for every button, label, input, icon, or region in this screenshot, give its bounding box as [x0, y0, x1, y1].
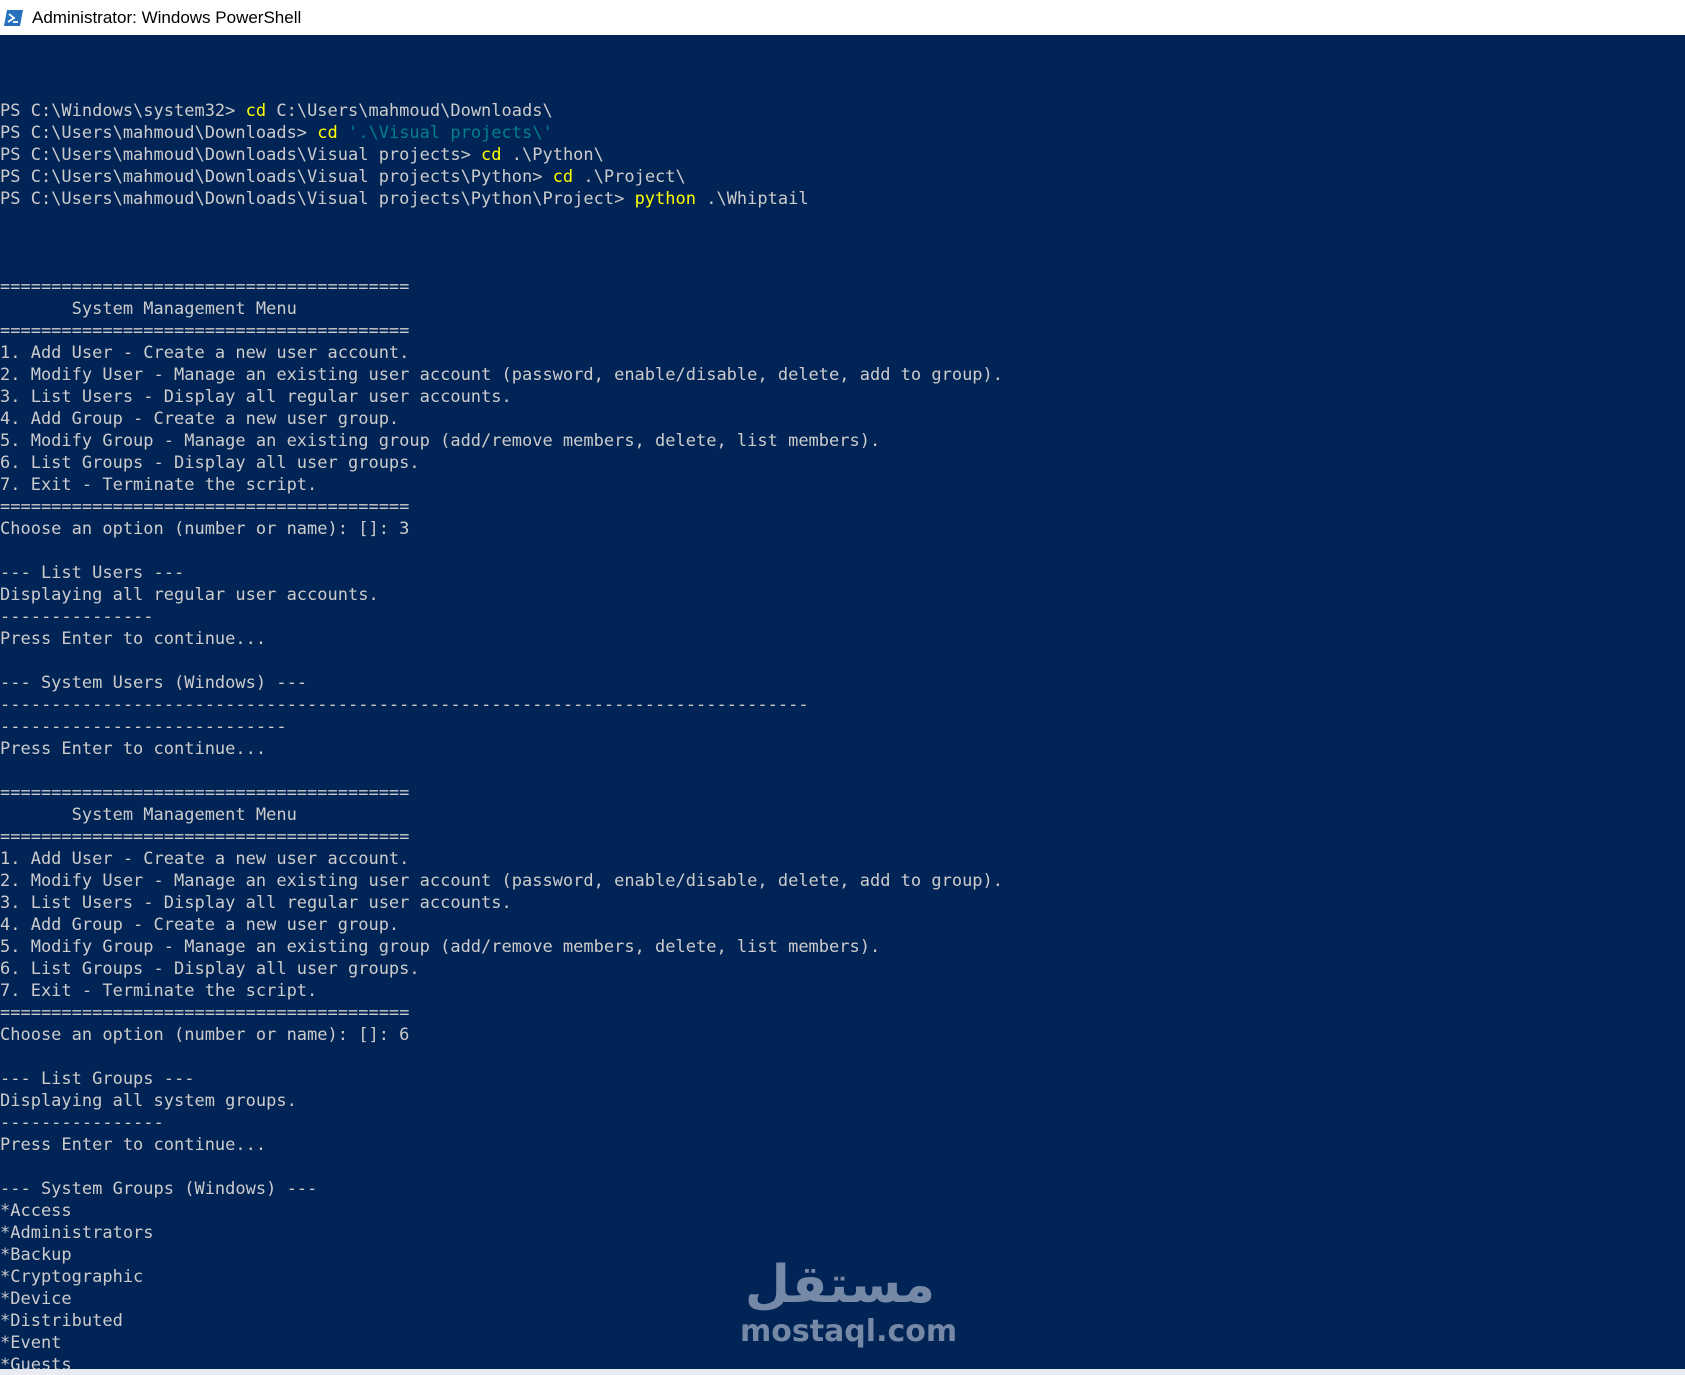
- output-line: 3. List Users - Display all regular user…: [0, 387, 512, 407]
- output-line: ========================================: [0, 321, 410, 341]
- output-line: 4. Add Group - Create a new user group.: [0, 409, 400, 429]
- output-line: 1. Add User - Create a new user account.: [0, 343, 410, 363]
- output-line: 2. Modify User - Manage an existing user…: [0, 871, 1004, 891]
- output-line: ========================================: [0, 277, 410, 297]
- output-line: --- System Groups (Windows) ---: [0, 1179, 318, 1199]
- output-line: Press Enter to continue...: [0, 739, 267, 759]
- command-args: .\Project\: [573, 167, 686, 187]
- output-line: ----------------------------------------…: [0, 695, 809, 715]
- powershell-window: Administrator: Windows PowerShell PS C:\…: [0, 0, 1685, 1375]
- output-line: --- List Users ---: [0, 563, 185, 583]
- output-line: 5. Modify Group - Manage an existing gro…: [0, 431, 881, 451]
- window-title: Administrator: Windows PowerShell: [32, 7, 302, 27]
- output-line: *Administrators: [0, 1223, 154, 1243]
- window-bottom-edge: [0, 1369, 1685, 1375]
- prompt-path: PS C:\Windows\system32>: [0, 101, 246, 121]
- output-line: *Backup: [0, 1245, 72, 1265]
- output-line: Displaying all regular user accounts.: [0, 585, 379, 605]
- title-bar[interactable]: Administrator: Windows PowerShell: [0, 0, 1685, 35]
- output-line: ========================================: [0, 783, 410, 803]
- output-line: ========================================: [0, 497, 410, 517]
- output-line: 5. Modify Group - Manage an existing gro…: [0, 937, 881, 957]
- output-line: System Management Menu: [0, 299, 297, 319]
- prompt-line: PS C:\Windows\system32> cd C:\Users\mahm…: [0, 100, 1685, 122]
- prompt-line: PS C:\Users\mahmoud\Downloads\Visual pro…: [0, 166, 1685, 188]
- output-line: *Event: [0, 1333, 62, 1353]
- output-line: *Cryptographic: [0, 1267, 144, 1287]
- command-args: .\Python\: [501, 145, 604, 165]
- output-line: 3. List Users - Display all regular user…: [0, 893, 512, 913]
- output-line: Choose an option (number or name): []: 3: [0, 519, 410, 539]
- output-line: Choose an option (number or name): []: 6: [0, 1025, 410, 1045]
- output-line: *Access: [0, 1201, 72, 1221]
- prompt-path: PS C:\Users\mahmoud\Downloads\Visual pro…: [0, 167, 553, 187]
- output-line: --- List Groups ---: [0, 1069, 195, 1089]
- command-string-arg: '.\Visual projects\': [348, 123, 553, 143]
- prompt-path: PS C:\Users\mahmoud\Downloads\Visual pro…: [0, 145, 482, 165]
- output-line: 4. Add Group - Create a new user group.: [0, 915, 400, 935]
- command-args: [338, 123, 348, 143]
- output-line: ========================================: [0, 827, 410, 847]
- output-line: *Distributed: [0, 1311, 123, 1331]
- output-line: ========================================: [0, 1003, 410, 1023]
- command-name: cd: [552, 167, 574, 187]
- output-line: ----------------: [0, 1113, 164, 1133]
- command-name: cd: [481, 145, 502, 165]
- output-line: --- System Users (Windows) ---: [0, 673, 308, 693]
- output-line: 7. Exit - Terminate the script.: [0, 475, 318, 495]
- output-line: 7. Exit - Terminate the script.: [0, 981, 318, 1001]
- output-line: 2. Modify User - Manage an existing user…: [0, 365, 1004, 385]
- command-name: cd: [317, 123, 338, 143]
- command-name: python: [634, 189, 696, 209]
- prompt-line: PS C:\Users\mahmoud\Downloads\Visual pro…: [0, 188, 1685, 210]
- output-line: 1. Add User - Create a new user account.: [0, 849, 410, 869]
- output-line: *Device: [0, 1289, 72, 1309]
- output-line: 6. List Groups - Display all user groups…: [0, 959, 420, 979]
- console-output[interactable]: PS C:\Windows\system32> cd C:\Users\mahm…: [0, 56, 1685, 1375]
- output-line: Displaying all system groups.: [0, 1091, 297, 1111]
- command-args: .\Whiptail: [695, 189, 809, 209]
- output-line: Press Enter to continue...: [0, 1135, 267, 1155]
- output-line: Press Enter to continue...: [0, 629, 267, 649]
- output-line: ---------------: [0, 607, 154, 627]
- output-line: 6. List Groups - Display all user groups…: [0, 453, 420, 473]
- prompt-path: PS C:\Users\mahmoud\Downloads\Visual pro…: [0, 189, 635, 209]
- output-line: ----------------------------: [0, 717, 287, 737]
- output-line: System Management Menu: [0, 805, 297, 825]
- command-args: C:\Users\mahmoud\Downloads\: [266, 101, 553, 121]
- prompt-line: PS C:\Users\mahmoud\Downloads> cd '.\Vis…: [0, 122, 1685, 144]
- powershell-icon: [4, 9, 24, 27]
- command-name: cd: [245, 101, 267, 121]
- prompt-line: PS C:\Users\mahmoud\Downloads\Visual pro…: [0, 144, 1685, 166]
- prompt-path: PS C:\Users\mahmoud\Downloads>: [0, 123, 318, 143]
